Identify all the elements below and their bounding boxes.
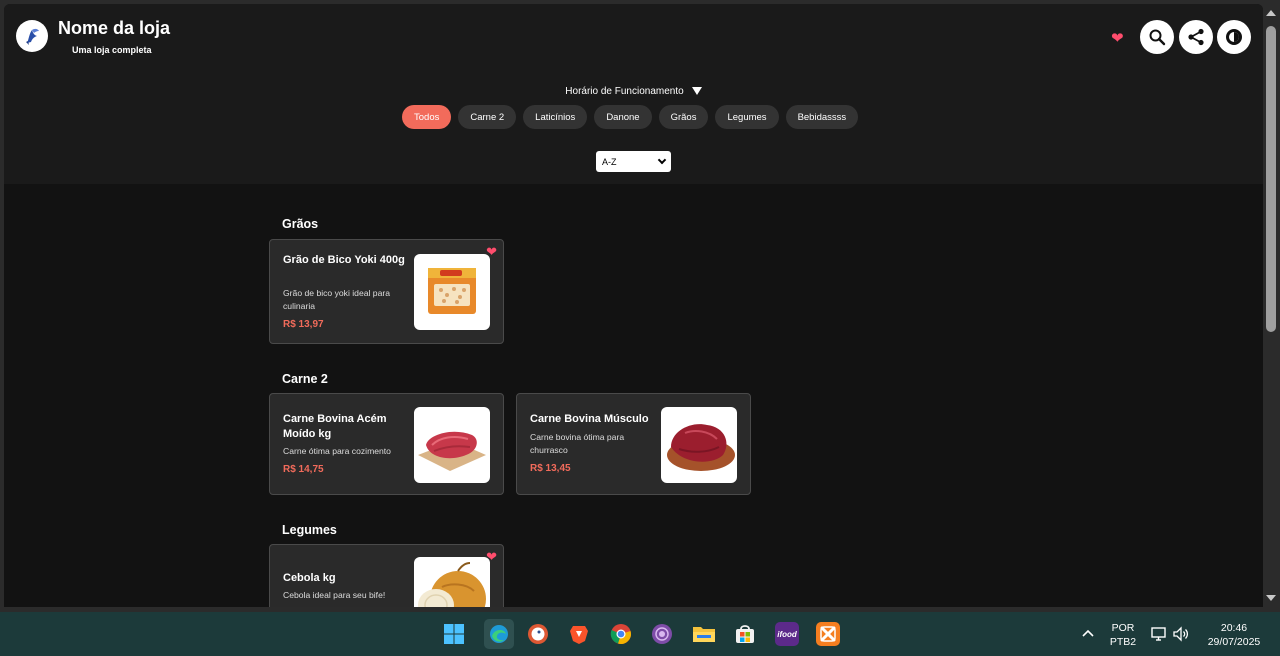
product-description: Grão de bico yoki ideal para culinaria: [283, 288, 391, 311]
product-card-carne-acem[interactable]: Carne Bovina Acém Moído kg Carne ótima p…: [269, 393, 504, 495]
search-icon: [1149, 29, 1166, 46]
product-card-cebola[interactable]: Cebola kg Cebola ideal para seu bife! ❤: [269, 544, 504, 607]
product-name: Cebola kg: [283, 572, 336, 584]
category-filter-bar: Todos Carne 2 Laticínios Danone Grãos Le…: [402, 105, 859, 129]
ifood-label: ifood: [777, 629, 797, 639]
store-header: Nome da loja Uma loja completa ❤ Horário…: [4, 4, 1263, 184]
product-description: Carne ótima para cozimento: [283, 446, 391, 456]
contrast-icon: [1226, 29, 1242, 45]
share-button[interactable]: [1179, 20, 1213, 54]
system-clock[interactable]: 20:46 29/07/2025: [1200, 621, 1268, 649]
category-chip-bebidassss[interactable]: Bebidassss: [785, 105, 859, 129]
product-image-grao-de-bico: [414, 254, 490, 330]
category-chip-graos[interactable]: Grãos: [658, 105, 709, 129]
keyboard-layout: PTB2: [1109, 636, 1137, 648]
share-icon: [1188, 28, 1204, 46]
network-icon[interactable]: [1147, 622, 1171, 646]
product-image-carne-musculo: [661, 407, 737, 483]
keyboard-language-indicator[interactable]: POR PTB2: [1104, 621, 1142, 649]
edge-icon[interactable]: [484, 619, 514, 649]
product-card-carne-musculo[interactable]: Carne Bovina Músculo Carne bovina ótima …: [516, 393, 751, 495]
product-price: R$ 13,97: [283, 319, 324, 330]
vertical-scrollbar[interactable]: [1263, 4, 1280, 607]
browser-viewport: Nome da loja Uma loja completa ❤ Horário…: [4, 4, 1263, 607]
product-name: Carne Bovina Acém Moído kg: [283, 413, 387, 440]
product-card-grao-de-bico[interactable]: Grão de Bico Yoki 400g Grão de bico yoki…: [269, 239, 504, 344]
scroll-down-arrow-icon[interactable]: [1266, 595, 1276, 601]
section-title-carne-2: Carne 2: [282, 372, 328, 386]
product-image-carne-acem: [414, 407, 490, 483]
theme-toggle-button[interactable]: [1217, 20, 1251, 54]
store-subtitle: Uma loja completa: [72, 45, 152, 55]
ifood-icon[interactable]: ifood: [775, 622, 799, 646]
section-title-graos: Grãos: [282, 217, 319, 231]
chevron-down-icon: [657, 155, 667, 165]
product-name: Grão de Bico Yoki 400g: [283, 254, 405, 266]
category-chip-carne-2[interactable]: Carne 2: [458, 105, 517, 129]
language-code: POR: [1111, 622, 1135, 634]
opening-hours-toggle[interactable]: Horário de Funcionamento: [4, 86, 1263, 97]
opening-hours-label: Horário de Funcionamento: [565, 86, 684, 97]
favorite-heart-icon[interactable]: ❤: [486, 246, 497, 259]
search-button[interactable]: [1140, 20, 1174, 54]
scrollbar-thumb[interactable]: [1266, 26, 1276, 332]
category-chip-todos[interactable]: Todos: [402, 105, 452, 129]
scroll-up-arrow-icon[interactable]: [1266, 10, 1276, 16]
product-price: R$ 13,45: [530, 463, 571, 474]
xampp-icon[interactable]: [816, 622, 840, 646]
category-chip-danone[interactable]: Danone: [594, 105, 652, 129]
product-image-cebola: [414, 557, 490, 607]
chevron-up-icon[interactable]: [1076, 622, 1100, 646]
store-icon[interactable]: [733, 622, 757, 646]
store-name: Nome da loja: [58, 18, 171, 38]
category-chip-legumes[interactable]: Legumes: [715, 105, 779, 129]
sort-select[interactable]: A-Z: [596, 151, 671, 172]
category-chip-laticinios[interactable]: Laticínios: [523, 105, 588, 129]
product-name: Carne Bovina Músculo: [530, 413, 649, 425]
clock-date: 29/07/2025: [1207, 636, 1261, 648]
chrome-icon[interactable]: [609, 622, 633, 646]
duckduckgo-icon[interactable]: [526, 622, 550, 646]
favorites-heart-icon[interactable]: ❤: [1111, 31, 1124, 46]
file-explorer-icon[interactable]: [692, 622, 716, 646]
section-title-legumes: Legumes: [282, 523, 337, 537]
windows-start-icon[interactable]: [442, 622, 466, 646]
product-description: Cebola ideal para seu bife!: [283, 590, 386, 600]
windows-taskbar: ifood POR PTB2 20:46 29/07/2025: [0, 612, 1280, 656]
clock-time: 20:46: [1220, 622, 1248, 634]
bird-logo-icon: [26, 28, 39, 45]
product-description: Carne bovina ótima para churrasco: [530, 432, 625, 455]
store-logo[interactable]: [16, 20, 48, 52]
triangle-down-icon: [691, 87, 702, 96]
tor-icon[interactable]: [650, 622, 674, 646]
sort-selected-value: A-Z: [602, 156, 617, 167]
desktop-screen: Nome da loja Uma loja completa ❤ Horário…: [0, 0, 1280, 656]
brave-icon[interactable]: [567, 622, 591, 646]
volume-icon[interactable]: [1169, 622, 1193, 646]
product-price: R$ 14,75: [283, 464, 324, 475]
favorite-heart-icon[interactable]: ❤: [486, 551, 497, 564]
